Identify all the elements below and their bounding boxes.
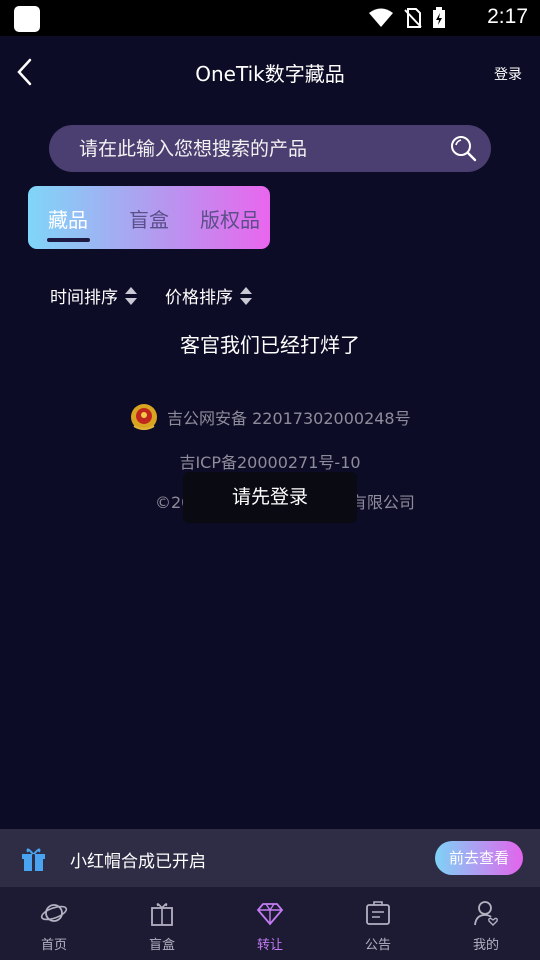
active-tab-indicator: [47, 238, 90, 242]
empty-state-message: 客官我们已经打烊了: [180, 333, 360, 357]
page-title: OneTik数字藏品: [195, 62, 345, 86]
gift-icon: [22, 848, 45, 871]
sort-by-time[interactable]: 时间排序: [50, 283, 138, 308]
copyright-tail: 有限公司: [350, 493, 415, 512]
status-time: 2:17: [487, 5, 528, 28]
category-tabs: 藏品 盲盒 版权品: [28, 186, 270, 249]
nav-home[interactable]: 首页: [0, 887, 108, 960]
banner-text: 小红帽合成已开启: [70, 852, 206, 872]
police-record: 吉公网安备 22017302000248号: [129, 402, 411, 432]
header: OneTik数字藏品 登录: [0, 36, 540, 108]
toast-message: 请先登录: [183, 472, 357, 523]
search-bar: [49, 125, 491, 172]
nav-label: 转让: [256, 938, 283, 953]
sort-time-label: 时间排序: [50, 288, 118, 308]
search-icon[interactable]: [449, 134, 477, 162]
nav-profile[interactable]: 我的: [432, 887, 540, 960]
status-bar: 2:17: [0, 0, 540, 36]
no-sim-icon: [404, 8, 422, 28]
diamond-icon: [256, 903, 284, 926]
search-input[interactable]: [79, 125, 439, 172]
police-badge-icon: [131, 404, 157, 430]
nav-label: 盲盒: [148, 938, 175, 953]
promo-banner: 小红帽合成已开启 前去查看: [0, 829, 540, 887]
nav-notice[interactable]: 公告: [324, 887, 432, 960]
icp-record: 吉ICP备20000271号-10: [179, 453, 361, 472]
app-notification-icon: [14, 6, 40, 32]
login-link[interactable]: 登录: [494, 64, 522, 84]
tab-collectibles[interactable]: 藏品: [48, 204, 88, 233]
notice-icon: [366, 901, 390, 925]
profile-icon: [474, 901, 498, 926]
nav-label: 我的: [472, 938, 499, 953]
tab-copyright[interactable]: 版权品: [200, 204, 260, 233]
nav-blind-box[interactable]: 盲盒: [108, 887, 216, 960]
sort-arrows-icon: [240, 286, 252, 305]
nav-label: 首页: [40, 938, 67, 953]
status-icons: [368, 7, 446, 29]
nav-label: 公告: [364, 938, 391, 953]
bottom-nav: 首页 盲盒 转让 公告 我的: [0, 887, 540, 960]
planet-icon: [40, 904, 68, 922]
view-now-button[interactable]: 前去查看: [435, 841, 523, 875]
sort-arrows-icon: [125, 286, 137, 305]
gift-box-icon: [151, 903, 173, 926]
wifi-icon: [369, 8, 393, 27]
battery-charging-icon: [433, 7, 445, 28]
nav-transfer[interactable]: 转让: [216, 887, 324, 960]
tab-blind-box[interactable]: 盲盒: [129, 204, 169, 233]
sort-price-label: 价格排序: [165, 288, 233, 308]
police-record-text: 吉公网安备 22017302000248号: [167, 409, 411, 428]
sort-by-price[interactable]: 价格排序: [165, 283, 253, 308]
